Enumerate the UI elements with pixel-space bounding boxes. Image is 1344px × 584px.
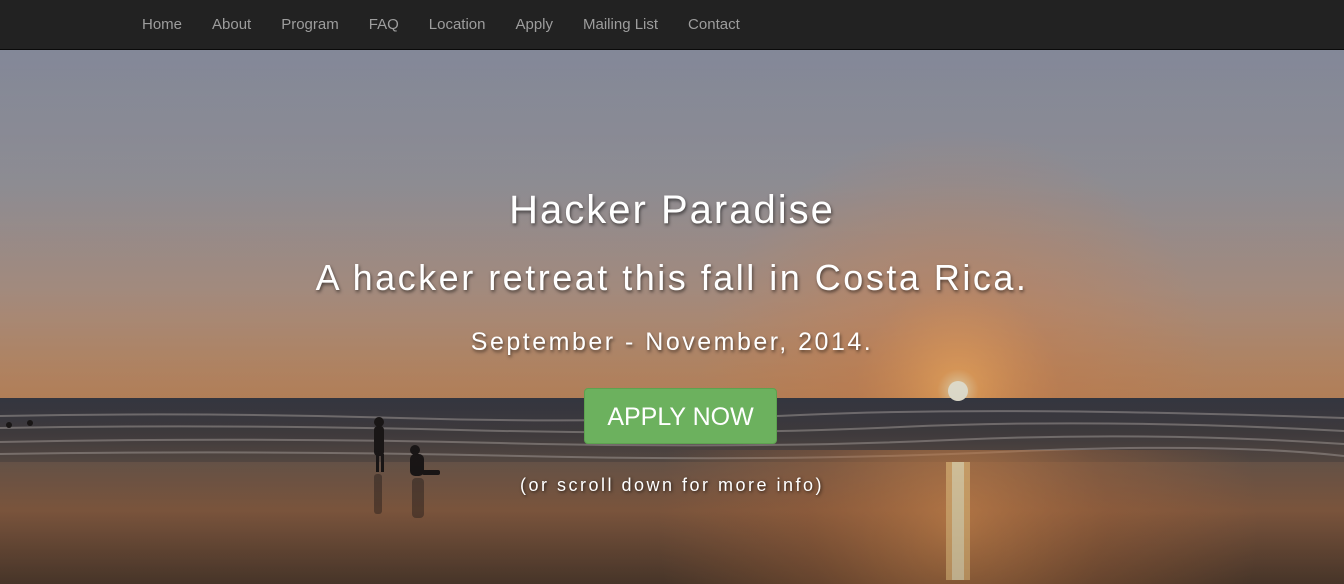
nav-program-link[interactable]: Program <box>266 0 354 49</box>
hero-content: Hacker Paradise A hacker retreat this fa… <box>0 50 1344 584</box>
nav-home-link[interactable]: Home <box>127 0 197 49</box>
apply-now-button[interactable]: APPLY NOW <box>584 388 777 444</box>
nav-mailing-list-link[interactable]: Mailing List <box>568 0 673 49</box>
hero-dates: September - November, 2014. <box>470 328 874 356</box>
nav-contact-link[interactable]: Contact <box>673 0 755 49</box>
nav-menu: Home About Program FAQ Location Apply Ma… <box>127 0 755 49</box>
hero-subtitle: A hacker retreat this fall in Costa Rica… <box>315 257 1029 298</box>
hero-title: Hacker Paradise <box>509 188 835 232</box>
nav-apply-link[interactable]: Apply <box>500 0 568 49</box>
nav-faq-link[interactable]: FAQ <box>354 0 414 49</box>
top-navbar: Home About Program FAQ Location Apply Ma… <box>0 0 1344 50</box>
scroll-down-note: (or scroll down for more info) <box>519 475 825 495</box>
page: Home About Program FAQ Location Apply Ma… <box>0 0 1344 584</box>
nav-about-link[interactable]: About <box>197 0 266 49</box>
hero-section: Hacker Paradise A hacker retreat this fa… <box>0 50 1344 584</box>
nav-location-link[interactable]: Location <box>414 0 501 49</box>
